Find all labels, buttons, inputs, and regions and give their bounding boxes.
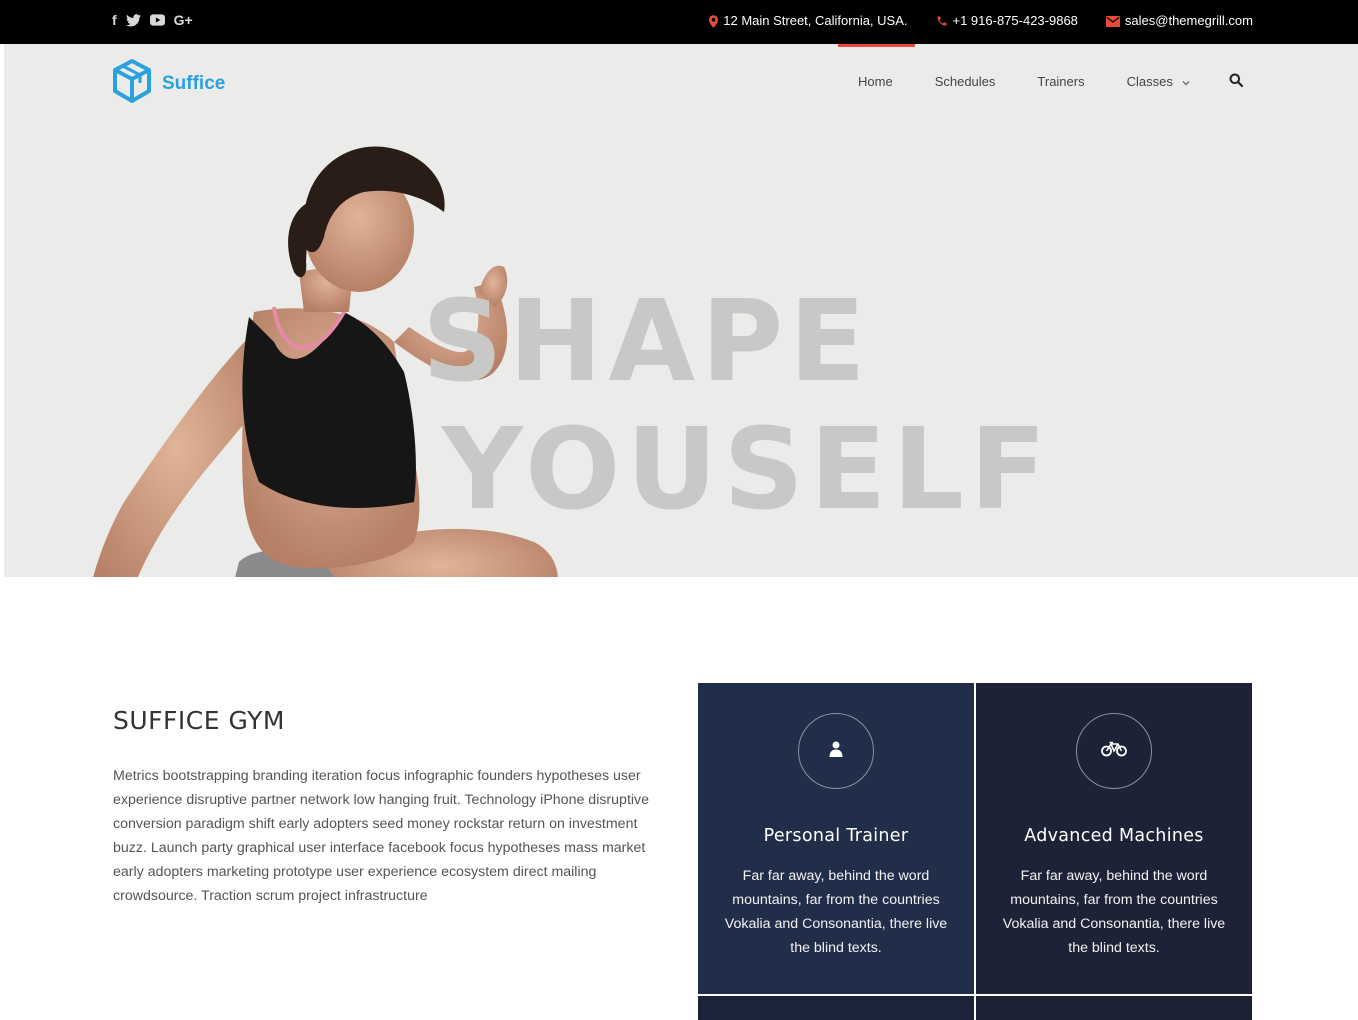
about-section: SUFFICE GYM Metrics bootstrapping brandi… (113, 706, 663, 908)
site-logo[interactable]: Suffice (112, 59, 225, 108)
feature-title: Advanced Machines (1024, 826, 1204, 846)
logo-text: Suffice (162, 72, 226, 94)
phone-icon (936, 15, 948, 27)
nav-item-schedules[interactable]: Schedules (914, 72, 1017, 92)
top-bar: f G+ 12 Main Street, California, USA. +1… (0, 0, 1358, 44)
active-nav-indicator (838, 44, 915, 47)
envelope-icon (1105, 15, 1120, 27)
user-icon (829, 741, 843, 762)
main-nav: Home Schedules Trainers Classes (830, 72, 1211, 92)
feature-card-next-left (698, 996, 974, 1020)
chevron-down-icon (1182, 72, 1190, 92)
section-title: SUFFICE GYM (113, 706, 285, 735)
address-item: 12 Main Street, California, USA. (709, 13, 908, 29)
feature-icon-ring (1076, 713, 1152, 789)
feature-text: Far far away, behind the word mountains,… (724, 868, 948, 956)
twitter-icon[interactable] (125, 13, 141, 27)
address-text: 12 Main Street, California, USA. (723, 13, 908, 28)
cube-logo-icon (112, 59, 152, 108)
map-marker-icon (709, 14, 719, 28)
hero-line-2: YOUSELF (442, 405, 1053, 535)
feature-icon-ring (798, 713, 874, 789)
feature-card-advanced-machines: Advanced Machines Far far away, behind t… (976, 683, 1252, 994)
nav-item-trainers[interactable]: Trainers (1016, 72, 1105, 92)
hero-banner: SHAPE YOUSELF (4, 44, 1358, 577)
nav-label: Trainers (1037, 74, 1085, 89)
nav-item-home[interactable]: Home (830, 72, 914, 92)
email-text: sales@themegrill.com (1124, 13, 1253, 28)
google-plus-icon[interactable]: G+ (174, 12, 193, 28)
email-item[interactable]: sales@themegrill.com (1105, 13, 1253, 29)
feature-title: Personal Trainer (763, 826, 909, 846)
contact-info: 12 Main Street, California, USA. +1 916-… (709, 13, 1253, 29)
feature-card-next-right (976, 996, 1252, 1020)
nav-label: Schedules (934, 74, 996, 89)
phone-text: +1 916-875-423-9868 (952, 13, 1078, 28)
feature-card-personal-trainer: Personal Trainer Far far away, behind th… (698, 683, 974, 994)
bicycle-icon (1101, 741, 1127, 762)
phone-item[interactable]: +1 916-875-423-9868 (936, 13, 1078, 29)
nav-item-classes[interactable]: Classes (1106, 72, 1211, 92)
hero-line-1: SHAPE (422, 277, 872, 407)
section-text: Metrics bootstrapping branding iteration… (113, 768, 650, 904)
features-grid: Personal Trainer Far far away, behind th… (698, 683, 1253, 1020)
hero-headline: SHAPE YOUSELF (422, 278, 1052, 534)
nav-label: Home (858, 74, 893, 89)
feature-text: Far far away, behind the word mountains,… (1002, 868, 1226, 956)
search-icon[interactable] (1229, 73, 1244, 92)
facebook-icon[interactable]: f (112, 12, 117, 28)
nav-label: Classes (1126, 74, 1173, 89)
social-links: f G+ (112, 12, 193, 28)
youtube-icon[interactable] (149, 14, 165, 26)
